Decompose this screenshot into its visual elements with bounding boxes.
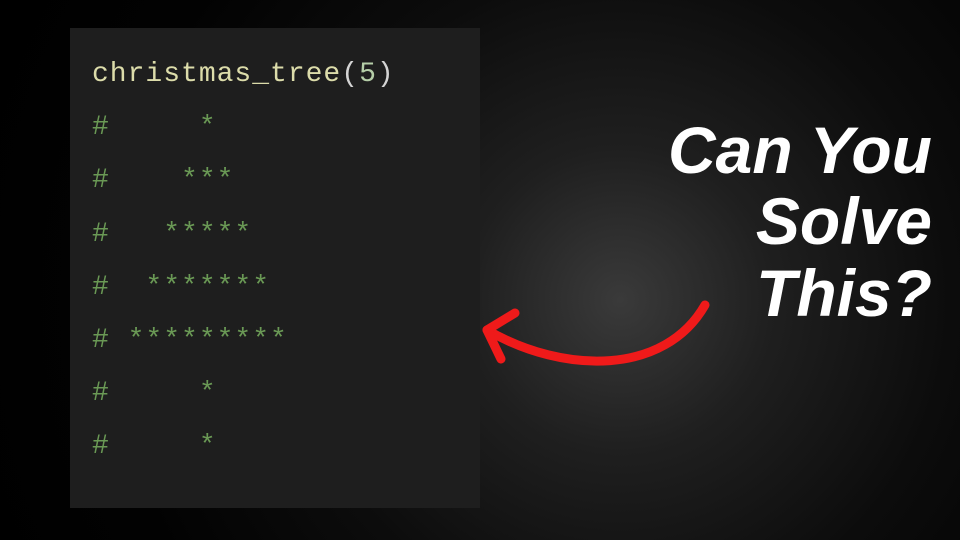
output-line: # *** [92, 165, 234, 196]
output-line: # ********* [92, 325, 288, 356]
slide: christmas_tree(5) # * # *** # ***** # **… [0, 0, 960, 540]
close-paren: ) [377, 59, 395, 90]
arrow-icon [455, 275, 715, 395]
function-name: christmas_tree [92, 59, 341, 90]
code-block: christmas_tree(5) # * # *** # ***** # **… [92, 48, 458, 474]
output-line: # ******* [92, 272, 270, 303]
code-panel: christmas_tree(5) # * # *** # ***** # **… [70, 28, 480, 508]
output-line: # * [92, 431, 217, 462]
argument: 5 [359, 59, 377, 90]
open-paren: ( [341, 59, 359, 90]
output-line: # ***** [92, 219, 252, 250]
output-line: # * [92, 112, 217, 143]
headline-line-2: Solve [572, 186, 932, 257]
arrow-path [487, 305, 705, 361]
headline-line-1: Can You [572, 115, 932, 186]
output-line: # * [92, 378, 217, 409]
